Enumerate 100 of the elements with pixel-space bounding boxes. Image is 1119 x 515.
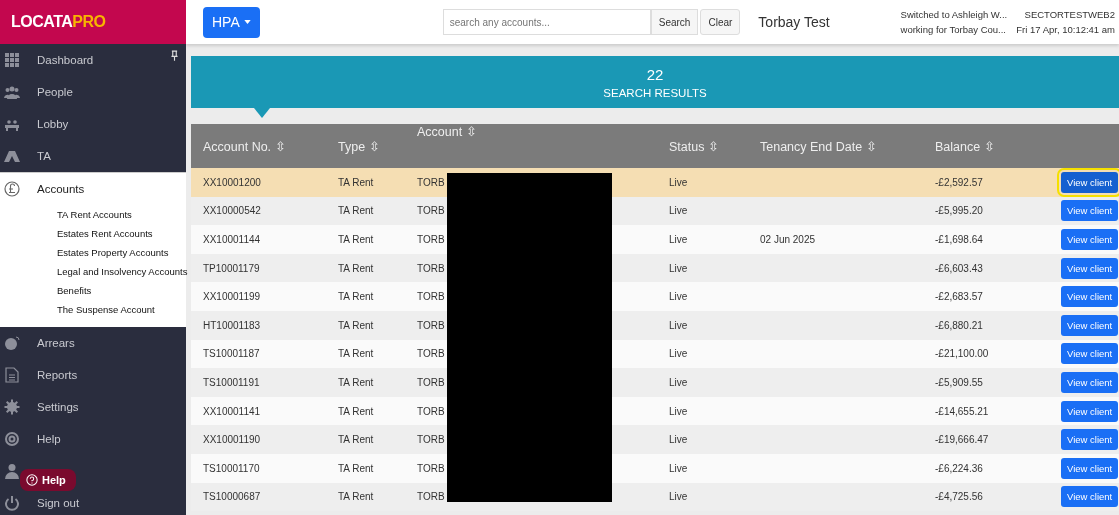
submenu-item[interactable]: The Suspense Account [0,300,186,319]
table-cell-text: Live [669,262,689,274]
table-cell-text: -£5,909.55 [935,376,984,388]
nav-item[interactable]: Reports [0,359,186,391]
table-cell-text: TA Rent [338,434,375,446]
table-cell-text: TA Rent [338,348,375,360]
table-cell-text: -£2,592.57 [935,176,984,188]
table-cell-text: Live [669,348,689,360]
table-cell-text: Live [669,291,689,303]
submenu-item[interactable]: Estates Property Accounts [0,243,186,262]
table-cell-text: TA Rent [338,319,375,331]
table-cell-text: Live [669,205,689,217]
table-cell-text: Live [669,176,689,188]
table-cell-text: XX10001200 [202,176,262,188]
table-cell-text: Live [669,405,689,417]
table-cell-text: TORB [417,291,446,303]
server-name: SECTORTESTWEB2 [1024,8,1115,22]
settings-icon [4,399,20,415]
column-header[interactable]: Account ⇳ [417,124,669,168]
search-field[interactable]: search any accounts... [442,9,651,35]
question-icon [26,474,38,486]
table-cell-text: TORB [417,462,446,474]
help-button[interactable]: Help [20,469,76,491]
table-row[interactable]: XX10001141 TA Rent TORB Live -£14,655.21 View client [191,396,1119,426]
organisation-dropdown[interactable]: HPA [203,6,260,38]
view-client-button[interactable]: View client [1061,486,1119,508]
table-cell-text: Live [669,319,689,331]
people-icon [4,84,20,100]
submenu-item[interactable]: Estates Rent Accounts [0,224,186,243]
person-icon [4,463,20,479]
view-client-button[interactable]: View client [1061,229,1119,250]
caret-icon [243,20,251,24]
column-header[interactable]: Status ⇳ [669,138,760,154]
selected-table-row[interactable]: XX10001200 TA Rent TORB Live -£2,592.57 View client [191,168,1119,197]
coin-icon [4,335,20,351]
table-row[interactable]: TS10001170 TA Rent TORB Live -£6,224.36 View client [191,453,1119,483]
site-name: Torbay Test [758,14,830,30]
table-cell-text: TA Rent [338,234,375,245]
view-client-button[interactable]: View client [1061,314,1119,336]
nav-item[interactable]: Arrears [0,327,186,359]
nav-item[interactable]: Dashboard [0,44,186,76]
table-cell-text: TORB [417,491,446,503]
table-cell-text: TORB [417,205,446,217]
table-row[interactable]: TS10001187 TA Rent TORB Live -£21,100.00 View client [191,339,1119,369]
user-status: working for Torbay Cou... [900,23,1007,37]
view-client-button[interactable]: View client [1061,257,1119,279]
table-cell-text: TA Rent [338,176,375,188]
power-icon [4,495,20,511]
results-label: SEARCH RESULTS [603,86,707,99]
submenu-item[interactable]: Benefits [0,281,186,300]
table-cell-text: TA Rent [338,462,375,474]
table-cell-text: XX10001199 [202,291,262,303]
table-cell-text: -£6,224.36 [935,462,984,474]
table-cell-text: TORB [417,176,446,188]
table-cell-text: TORB [417,434,446,446]
table-cell-text: -£6,880.21 [935,319,984,331]
table-cell-text: -£4,725.56 [935,491,984,503]
column-header[interactable]: Balance ⇳ [935,138,1061,154]
table-row[interactable]: XX10001144 TA Rent TORB Live 02 Jun 2025 -£1,698.64 View client [191,225,1119,254]
selected-nav-item[interactable]: Accounts [0,172,186,205]
nav-item[interactable]: Help [0,423,186,455]
search-button[interactable]: Search [650,9,699,35]
table-cell-text: TA Rent [338,205,375,217]
table-cell-text: Live [669,234,689,245]
nav-item[interactable]: Lobby [0,108,186,140]
view-client-button[interactable]: View client [1061,400,1119,422]
table-cell-text: TORB [417,376,446,388]
user-status: Switched to Ashleigh W... [900,8,1008,22]
view-client-button[interactable]: View client [1061,286,1119,308]
logo[interactable]: LOCATAPRO [11,13,106,31]
tent-icon [4,148,20,164]
table-cell-text: Live [669,376,689,388]
table-cell-text: -£6,603.43 [935,262,984,274]
table-cell-text: -£2,683.57 [935,291,984,303]
column-header[interactable]: Type ⇳ [338,138,417,154]
table-cell-text: TA Rent [338,291,375,303]
column-header[interactable]: Tenancy End Date ⇳ [760,138,935,154]
table-cell-text: -£21,100.00 [935,348,990,360]
pin-icon[interactable] [171,50,178,61]
view-client-button[interactable]: View client [1061,457,1119,479]
nav-item[interactable]: Settings [0,391,186,423]
table-cell-text: 02 Jun 2025 [760,234,817,245]
submenu-item[interactable]: Legal and Insolvency Accounts [0,262,186,281]
view-client-button[interactable]: View client [1061,371,1119,393]
view-client-button[interactable]: View client [1061,429,1119,451]
table-cell-text: TA Rent [338,405,375,417]
table-cell-text: -£1,698.64 [935,234,984,245]
table-row[interactable]: XX10001199 TA Rent TORB Live -£2,683.57 View client [191,282,1119,311]
table-cell-text: TS10001191 [202,376,261,388]
grid-icon [4,52,20,68]
column-header[interactable]: Account No. ⇳ [191,138,338,154]
nav-item[interactable]: People [0,76,186,108]
view-client-button[interactable]: View client [1061,200,1119,222]
submenu-item[interactable]: TA Rent Accounts [0,205,186,224]
clear-button[interactable]: Clear [700,9,741,35]
pound-icon [4,181,20,197]
nav-item[interactable]: TA [0,140,186,172]
view-client-button[interactable]: View client [1061,343,1119,365]
table-cell-text: Live [669,462,689,474]
table-cell-text: XX10001144 [202,234,262,245]
